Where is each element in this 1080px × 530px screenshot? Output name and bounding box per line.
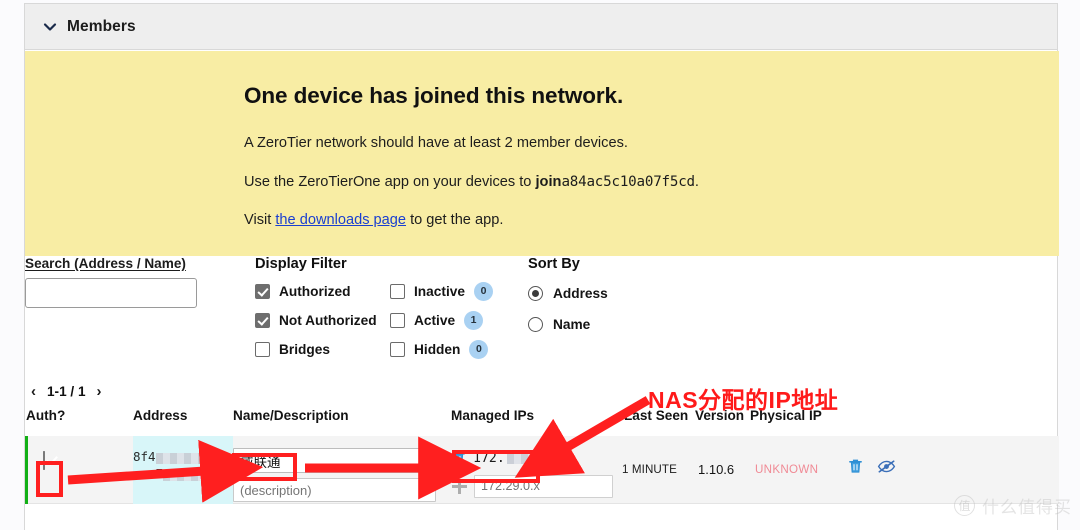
members-panel: Members One device has joined this netwo…	[24, 3, 1059, 530]
members-table-header: Auth? Address Name/Description Managed I…	[25, 408, 1059, 434]
chevron-down-icon[interactable]	[43, 20, 57, 34]
radio-name[interactable]	[528, 316, 543, 332]
redaction-block	[163, 470, 218, 481]
page-root: Members One device has joined this netwo…	[0, 0, 1080, 530]
radio-address[interactable]	[528, 285, 543, 301]
network-id: a84ac5c10a07f5cd	[561, 173, 695, 190]
pagination: ‹ 1-1 / 1 ›	[28, 382, 105, 401]
sort-by-title: Sort By	[528, 256, 580, 272]
checkbox-authorized[interactable]	[255, 283, 270, 299]
filter-active[interactable]: Active 1	[390, 310, 525, 330]
search-label: Search (Address / Name)	[25, 256, 186, 271]
address-text: 8f4	[133, 449, 156, 464]
no-devices-banner: One device has joined this network. A Ze…	[25, 51, 1059, 256]
column-header-address: Address	[133, 408, 188, 423]
filter-label: Authorized	[279, 283, 351, 299]
checkbox-bridges[interactable]	[255, 341, 270, 357]
pagination-range: 1-1 / 1	[47, 384, 86, 399]
table-row: 8f4 ce:7 172.	[25, 436, 1059, 504]
row-actions	[848, 458, 896, 479]
search-column: Search (Address / Name)	[25, 256, 255, 308]
trash-icon[interactable]	[848, 458, 863, 479]
display-filter-column: Display Filter Authorized Inactive 0 Not…	[255, 256, 525, 359]
banner-line3-suffix: to get the app.	[406, 212, 504, 228]
row-physical-ip: UNKNOWN	[755, 463, 819, 476]
filter-label: Active	[414, 312, 456, 328]
column-header-auth: Auth?	[26, 408, 66, 423]
sort-option-label: Name	[553, 316, 591, 332]
sort-option-address[interactable]: Address	[528, 281, 728, 305]
eye-off-icon[interactable]	[877, 459, 896, 479]
filter-authorized[interactable]: Authorized	[255, 281, 390, 301]
display-filter-title: Display Filter	[255, 256, 347, 272]
column-header-name-description: Name/Description	[233, 408, 349, 423]
banner-heading: One device has joined this network.	[244, 83, 624, 108]
filter-label: Not Authorized	[279, 312, 377, 328]
banner-line2-suffix: .	[694, 173, 699, 190]
row-version: 1.10.6	[698, 462, 735, 477]
chevron-right-icon[interactable]: ›	[94, 382, 105, 401]
checkbox-not-authorized[interactable]	[255, 312, 270, 328]
filter-inactive[interactable]: Inactive 0	[390, 281, 525, 301]
banner-join-keyword: join	[535, 173, 562, 190]
chevron-left-icon[interactable]: ‹	[28, 382, 39, 401]
redaction-block	[155, 453, 200, 464]
checkbox-inactive[interactable]	[390, 283, 405, 299]
banner-line-1: A ZeroTier network should have at least …	[244, 135, 628, 151]
annotation-box-managed-ip	[452, 450, 540, 483]
badge-hidden-count: 0	[469, 339, 489, 359]
checkbox-active[interactable]	[390, 312, 405, 328]
sort-option-label: Address	[553, 285, 608, 301]
filter-not-authorized[interactable]: Not Authorized	[255, 310, 390, 330]
display-filter-checkboxes: Authorized Inactive 0 Not Authorized Act…	[255, 281, 525, 359]
annotation-box-name-field	[232, 453, 297, 481]
watermark-text: 什么值得买	[982, 498, 1072, 517]
row-address-cell: 8f4 ce:7	[133, 436, 233, 504]
panel-title: Members	[67, 17, 136, 35]
column-header-managed-ips: Managed IPs	[451, 408, 535, 423]
sort-by-column: Sort By Address Name	[528, 256, 728, 343]
downloads-page-link[interactable]: the downloads page	[275, 212, 406, 228]
address-line-1: 8f4	[133, 448, 233, 465]
filter-label: Inactive	[414, 283, 465, 299]
badge-inactive-count: 0	[473, 281, 493, 301]
banner-line-2: Use the ZeroTierOne app on your devices …	[244, 174, 1059, 192]
address-line-2: ce:7	[133, 465, 233, 482]
row-status-indicator	[25, 436, 28, 504]
annotation-box-auth-checkbox	[36, 461, 63, 497]
sort-option-name[interactable]: Name	[528, 312, 728, 336]
address-text: ce:7	[133, 466, 164, 481]
banner-line-3: Visit the downloads page to get the app.	[244, 212, 1059, 230]
filter-label: Bridges	[279, 341, 330, 357]
annotation-ip-callout: NAS分配的IP地址	[648, 387, 839, 413]
watermark-badge: 值	[954, 495, 975, 516]
checkbox-hidden[interactable]	[390, 341, 405, 357]
watermark: 值 什么值得买	[954, 493, 1072, 518]
filter-label: Hidden	[414, 341, 461, 357]
filters-section: Search (Address / Name) Display Filter A…	[25, 256, 1059, 386]
member-description-input[interactable]	[233, 478, 436, 502]
search-input[interactable]	[25, 278, 197, 308]
members-panel-header[interactable]: Members	[25, 4, 1057, 50]
filter-bridges[interactable]: Bridges	[255, 339, 390, 359]
banner-line2-prefix: Use the ZeroTierOne app on your devices …	[244, 173, 536, 190]
row-last-seen: 1 MINUTE	[622, 463, 677, 476]
filter-hidden[interactable]: Hidden 0	[390, 339, 525, 359]
banner-line3-prefix: Visit	[244, 212, 276, 228]
badge-active-count: 1	[464, 310, 484, 330]
